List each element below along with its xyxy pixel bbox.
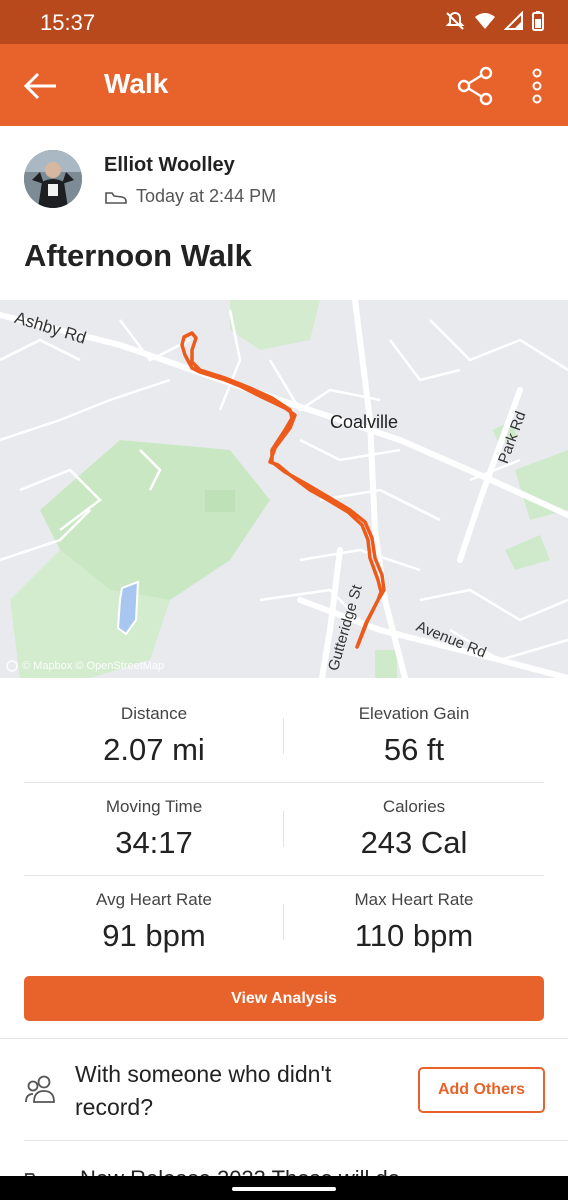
walking-shoe-icon (105, 191, 127, 204)
add-others-button[interactable]: Add Others (418, 1067, 545, 1113)
activity-title: Afternoon Walk (24, 238, 252, 273)
stat-value: 56 ft (383, 732, 445, 767)
mute-bell-icon (445, 11, 465, 30)
activity-header: Elliot Woolley Today at 2:44 PM Afternoo… (0, 126, 568, 296)
more-options-button[interactable] (522, 66, 552, 106)
divider (0, 1038, 568, 1039)
map-attribution[interactable]: © Mapbox © OpenStreetMap (6, 660, 164, 672)
app-bar: Walk (0, 44, 568, 126)
mapbox-logo-icon (6, 660, 18, 672)
stat-value: 110 bpm (354, 918, 474, 953)
arrow-left-icon (23, 72, 56, 100)
stat-row: Moving Time 34:17 Calories 243 Cal (24, 783, 544, 876)
page-title: Walk (104, 68, 169, 99)
battery-icon (532, 11, 544, 31)
stat-value: 2.07 mi (103, 732, 205, 767)
status-time: 15:37 (40, 10, 96, 35)
signal-icon (504, 11, 523, 30)
with-someone-prompt: With someone who didn't record? (75, 1061, 332, 1120)
avatar[interactable] (24, 150, 82, 208)
stat-row: Avg Heart Rate 91 bpm Max Heart Rate 110… (24, 876, 544, 969)
activity-meta: Today at 2:44 PM (104, 186, 276, 207)
map-label-town: Coalville (330, 412, 399, 432)
stat-label: Moving Time (105, 797, 203, 816)
people-icon (25, 1075, 55, 1103)
stat-avg-heart-rate: Avg Heart Rate 91 bpm (24, 890, 284, 954)
stat-label: Distance (120, 704, 188, 723)
stats-grid: Distance 2.07 mi Elevation Gain 56 ft Mo… (24, 690, 544, 969)
stat-value: 243 Cal (360, 825, 468, 860)
more-vertical-icon (532, 68, 542, 104)
home-gesture-handle[interactable] (232, 1187, 336, 1191)
wifi-icon (475, 13, 495, 29)
stat-moving-time: Moving Time 34:17 (24, 797, 284, 861)
stat-calories: Calories 243 Cal (284, 797, 544, 861)
stat-value: 34:17 (115, 825, 193, 860)
athlete-name[interactable]: Elliot Woolley (104, 154, 235, 177)
stat-max-heart-rate: Max Heart Rate 110 bpm (284, 890, 544, 954)
stat-elevation-gain: Elevation Gain 56 ft (284, 704, 544, 768)
stat-label: Calories (382, 797, 446, 816)
stat-label: Elevation Gain (358, 704, 470, 723)
system-nav-bar (0, 1176, 568, 1200)
divider (24, 1140, 568, 1141)
stat-row: Distance 2.07 mi Elevation Gain 56 ft (24, 690, 544, 783)
share-icon (457, 66, 493, 106)
stat-value: 91 bpm (102, 918, 206, 953)
back-button[interactable] (22, 66, 62, 106)
map-canvas (0, 300, 568, 678)
share-button[interactable] (456, 66, 496, 106)
view-analysis-button[interactable]: View Analysis (24, 976, 544, 1021)
status-icons (444, 10, 544, 32)
avatar-photo-icon (24, 150, 82, 208)
activity-timestamp: Today at 2:44 PM (136, 186, 277, 206)
stat-distance: Distance 2.07 mi (24, 704, 284, 768)
status-bar: 15:37 (0, 0, 568, 44)
stat-label: Max Heart Rate (354, 890, 474, 909)
route-map[interactable]: Coalville Ashby Rd Park Rd Gutteridge St… (0, 300, 568, 678)
stat-label: Avg Heart Rate (96, 890, 212, 909)
map-attribution-text: © Mapbox © OpenStreetMap (22, 660, 165, 672)
